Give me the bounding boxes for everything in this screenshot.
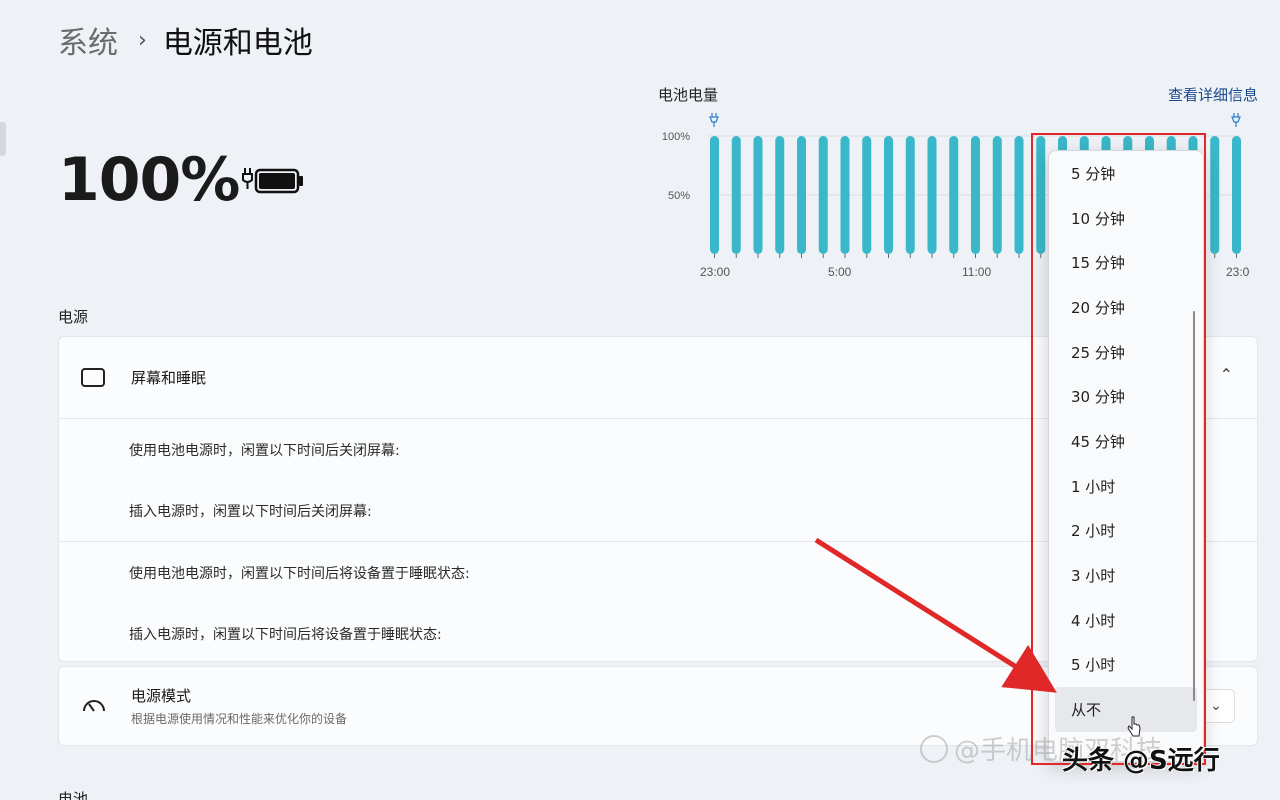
view-details-link[interactable]: 查看详细信息 [1168, 84, 1258, 105]
chevron-up-icon[interactable]: ⌃ [1220, 365, 1233, 384]
chart-bar [731, 136, 741, 254]
breadcrumb-separator: › [138, 27, 147, 53]
power-mode-subtitle: 根据电源使用情况和性能来优化你的设备 [131, 712, 348, 726]
battery-percent: 100% [58, 145, 240, 215]
plug-icon [709, 113, 719, 127]
power-mode-title: 电源模式 [131, 687, 192, 705]
chart-title: 电池电量 [658, 86, 719, 104]
x-tick-label: 5:00 [828, 265, 852, 279]
dropdown-scrollbar[interactable] [1193, 311, 1195, 701]
chart-bar [1232, 136, 1241, 254]
battery-charging-icon [242, 168, 303, 194]
dropdown-option[interactable]: 45 分钟 [1049, 419, 1203, 464]
left-edge-tab [0, 122, 6, 156]
breadcrumb: 系统 › 电源和电池 [58, 18, 313, 62]
chart-bar [710, 136, 719, 254]
timeout-dropdown-menu[interactable]: 5 分钟 10 分钟 15 分钟 20 分钟 25 分钟 30 分钟 45 分钟… [1048, 150, 1204, 762]
chart-bar [797, 136, 806, 254]
chart-bar [971, 136, 980, 254]
chart-bar [753, 136, 763, 254]
chart-bar [775, 136, 785, 254]
mouse-cursor-icon [1127, 716, 1141, 737]
gauge-icon [83, 700, 105, 712]
chart-bar [840, 136, 850, 254]
battery-section-title: 电池 [58, 790, 89, 800]
chart-bar [884, 136, 893, 254]
chart-bar [992, 136, 1002, 254]
x-tick-label: 11:00 [962, 265, 991, 279]
chart-bar [1036, 136, 1046, 254]
y-tick-label: 50% [668, 190, 690, 202]
x-tick-label: 23:00 [1226, 265, 1250, 279]
y-tick-label: 100% [662, 131, 690, 143]
dropdown-option[interactable]: 20 分钟 [1049, 285, 1203, 330]
dropdown-option[interactable]: 25 分钟 [1049, 330, 1203, 375]
chart-bar [949, 136, 959, 254]
plug-icon [1231, 113, 1241, 127]
chart-bar [862, 136, 872, 254]
dropdown-option[interactable]: 2 小时 [1049, 509, 1203, 554]
chart-bar [905, 136, 915, 254]
screen-sleep-icon [81, 367, 105, 389]
dropdown-option[interactable]: 5 小时 [1049, 643, 1203, 688]
breadcrumb-parent[interactable]: 系统 [58, 18, 118, 62]
dropdown-option[interactable]: 5 分钟 [1049, 151, 1203, 196]
dropdown-option[interactable]: 4 小时 [1049, 598, 1203, 643]
dropdown-option[interactable]: 15 分钟 [1049, 240, 1203, 285]
screen-sleep-label: 屏幕和睡眠 [131, 369, 207, 387]
chart-bar [927, 136, 937, 254]
chart-bar [1014, 136, 1024, 254]
dropdown-option[interactable]: 1 小时 [1049, 464, 1203, 509]
x-tick-label: 23:00 [700, 265, 730, 279]
page-title: 电源和电池 [162, 26, 313, 61]
dropdown-option[interactable]: 10 分钟 [1049, 196, 1203, 241]
chevron-down-icon: ⌄ [1210, 698, 1222, 714]
chart-bar [818, 136, 828, 254]
dropdown-option[interactable]: 30 分钟 [1049, 374, 1203, 419]
dropdown-option[interactable]: 3 小时 [1049, 553, 1203, 598]
power-section-title: 电源 [58, 308, 89, 326]
chart-bar [1210, 136, 1220, 254]
